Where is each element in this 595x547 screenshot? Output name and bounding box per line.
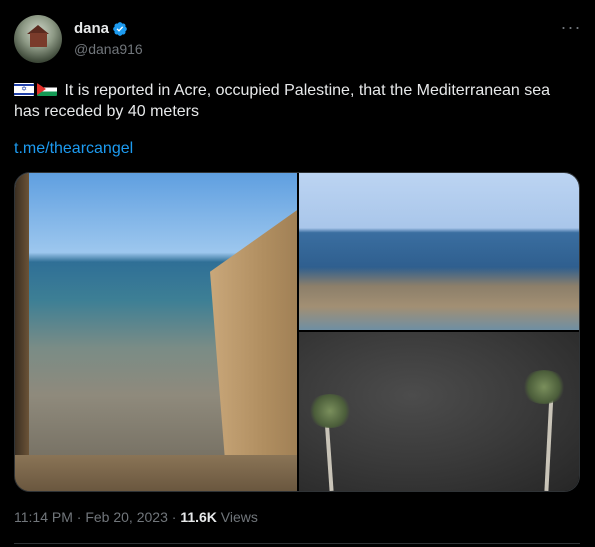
avatar-house: [30, 33, 47, 47]
palestine-flag-icon: [37, 83, 57, 96]
israel-flag-icon: ✡: [14, 83, 34, 96]
media-grid: [14, 172, 580, 492]
image-edge: [15, 173, 29, 491]
tweet-text: ✡ It is reported in Acre, occupied Pales…: [14, 80, 579, 122]
palm-fronds: [307, 394, 353, 428]
tweet-time[interactable]: 11:14 PM: [14, 509, 73, 525]
avatar[interactable]: [14, 15, 62, 63]
media-image-2[interactable]: [299, 173, 579, 330]
author-name[interactable]: dana: [74, 20, 109, 37]
tweet-link[interactable]: t.me/thearcangel: [14, 140, 133, 158]
palm-fronds: [521, 370, 567, 404]
media-image-3[interactable]: [299, 332, 579, 491]
tweet-meta: 11:14 PM · Feb 20, 2023 · 11.6K Views: [14, 509, 258, 525]
meta-separator: ·: [76, 509, 82, 525]
verified-badge-icon: [113, 22, 127, 36]
palm-trunk: [324, 416, 334, 491]
author-handle[interactable]: @dana916: [74, 41, 143, 57]
more-dots-icon[interactable]: ···: [560, 17, 582, 37]
image-foreground: [15, 455, 297, 491]
meta-separator: ·: [171, 509, 177, 525]
views-label: Views: [220, 509, 258, 525]
views-count[interactable]: 11.6K: [180, 509, 217, 525]
tweet-date[interactable]: Feb 20, 2023: [85, 509, 168, 525]
media-image-1[interactable]: [15, 173, 297, 491]
tweet-body: It is reported in Acre, occupied Palesti…: [14, 82, 551, 120]
palm-trunk: [544, 391, 554, 491]
image-wall: [210, 208, 297, 491]
divider: [14, 543, 580, 544]
